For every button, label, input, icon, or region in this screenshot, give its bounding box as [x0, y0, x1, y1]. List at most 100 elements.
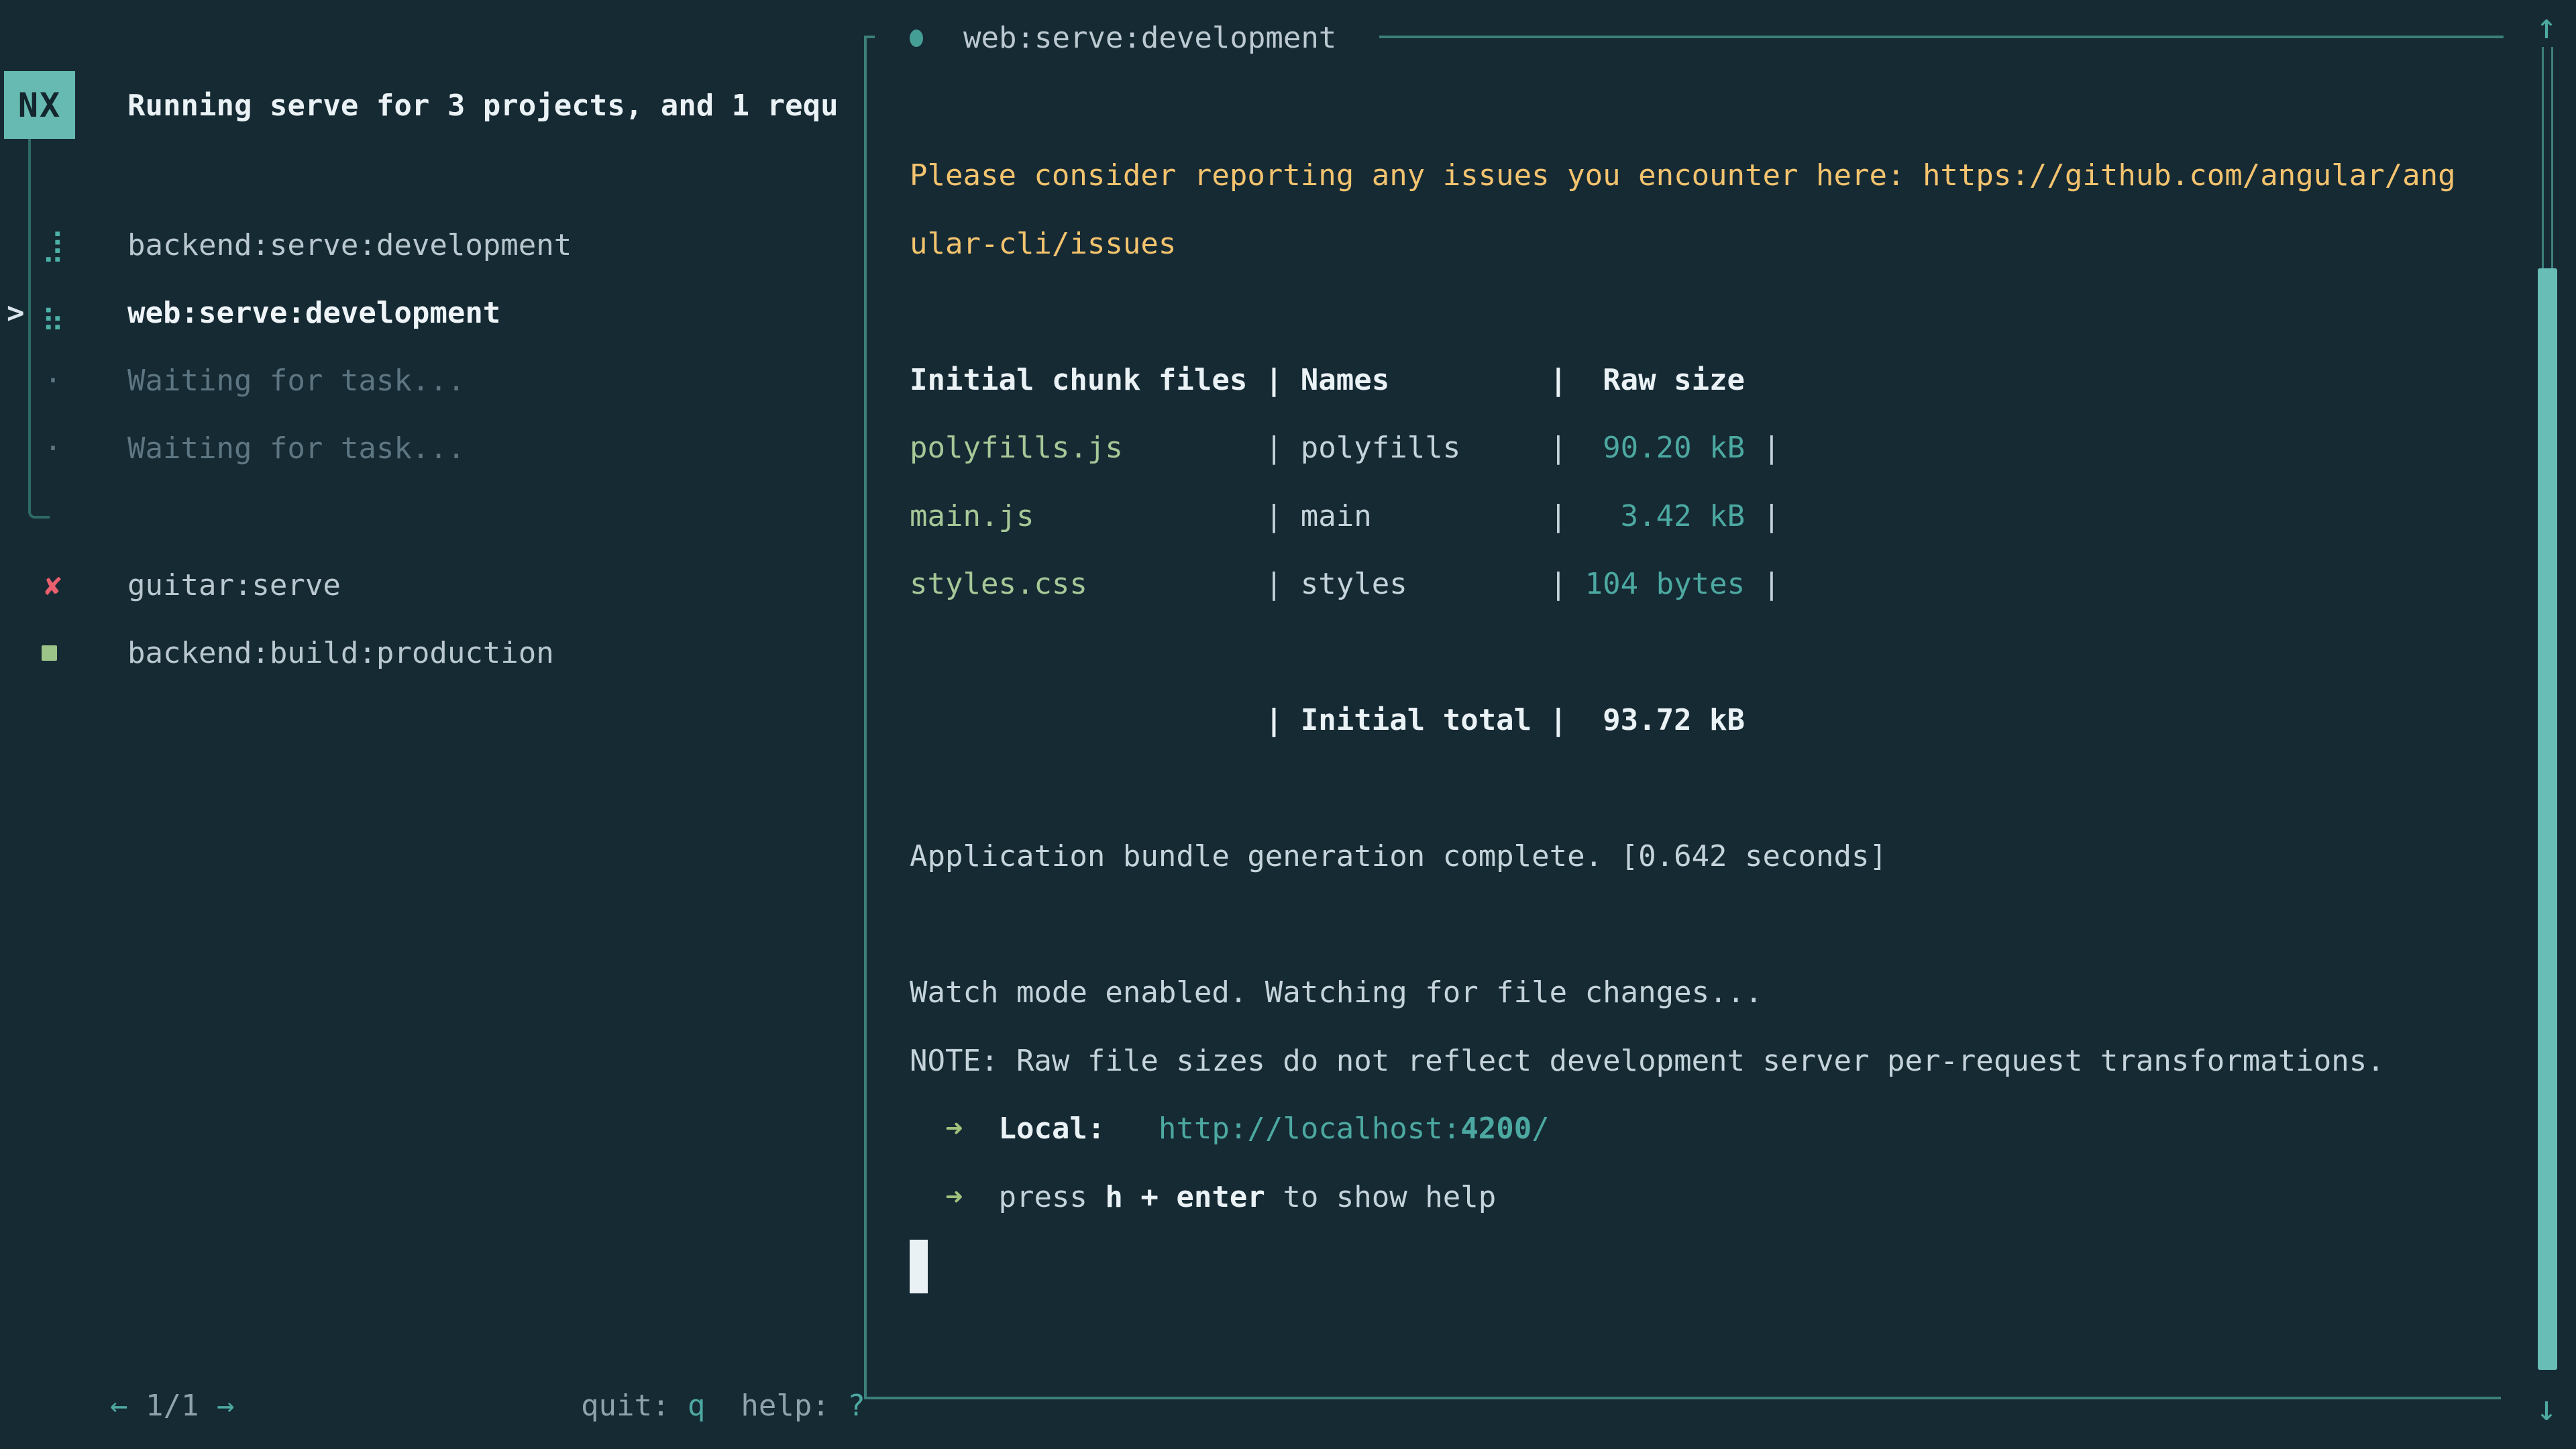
nx-tui-screen: NX Running serve for 3 projects, and 1 r…: [0, 0, 2576, 1449]
running-status-dot-icon: [910, 30, 923, 47]
terminal-line: ular-cli/issues: [910, 210, 2456, 278]
terminal-line: Initial chunk files | Names | Raw size: [910, 346, 2456, 415]
text-segment: polyfills: [1301, 431, 1460, 465]
page-indicator-value: 1/1: [146, 1389, 199, 1423]
text-segment: 3.42 kB: [1567, 499, 1745, 533]
keyboard-shortcuts: quit: q help: ?: [510, 1305, 865, 1373]
text-segment: |: [1550, 431, 1568, 465]
text-segment: |: [1550, 567, 1568, 601]
terminal-line: | Initial total | 93.72 kB: [910, 686, 2456, 755]
scrollbar-thumb[interactable]: [2538, 268, 2557, 1370]
text-segment: styles: [1301, 567, 1407, 601]
panel-title: web:serve:development: [963, 5, 1336, 72]
task-label: Waiting for task...: [127, 347, 465, 415]
local-url-port[interactable]: 4200: [1460, 1112, 1532, 1146]
text-segment: NOTE: Raw file sizes do not reflect deve…: [910, 1044, 2385, 1078]
panel-border-bottom: [864, 1397, 2501, 1399]
panel-border-left: [864, 36, 867, 1399]
text-segment: polyfills.js: [910, 431, 1123, 465]
terminal-line: polyfills.js | polyfills | 90.20 kB |: [910, 414, 2456, 482]
text-segment: [1105, 1112, 1158, 1146]
terminal-line: [910, 1231, 2456, 1299]
text-segment: Initial chunk files | Names | Raw size: [910, 363, 1745, 397]
text-segment: Please consider reporting any issues you…: [910, 158, 2456, 193]
text-segment: main.js: [910, 499, 1034, 533]
quit-label: quit:: [581, 1389, 688, 1423]
page-next-arrow-icon[interactable]: →: [217, 1389, 235, 1423]
text-segment: h + enter: [1105, 1180, 1265, 1214]
page-indicator: [127, 1389, 146, 1423]
scrollbar-track: [2542, 47, 2544, 270]
quit-key[interactable]: q: [688, 1389, 706, 1423]
scroll-up-arrow-icon[interactable]: ↑: [2526, 3, 2567, 50]
nx-logo: NX: [4, 71, 75, 139]
local-url[interactable]: http://localhost:: [1159, 1112, 1460, 1146]
terminal-cursor: [910, 1240, 928, 1293]
terminal-line: [910, 278, 2456, 346]
text-segment: |: [1745, 567, 1780, 601]
spinner-icon: ⣸: [38, 211, 68, 279]
terminal-line: [910, 891, 2456, 959]
text-segment: 90.20 kB: [1567, 431, 1745, 465]
success-square-icon: [42, 645, 57, 661]
prompt-arrow-icon: ➜: [945, 1180, 963, 1214]
terminal-line: main.js | main | 3.42 kB |: [910, 482, 2456, 551]
text-segment: [1372, 499, 1550, 533]
task-label: backend:serve:development: [127, 211, 572, 279]
spinner-icon: ⣦: [38, 279, 68, 347]
page-spacer: [199, 1389, 217, 1423]
terminal-line: Please consider reporting any issues you…: [910, 142, 2456, 210]
text-segment: Watch mode enabled. Watching for file ch…: [910, 975, 1763, 1010]
page-prev-arrow-icon[interactable]: ←: [110, 1389, 128, 1423]
panel-border-top-stub: [864, 36, 875, 38]
text-segment: /: [1532, 1112, 1550, 1146]
terminal-line: ➜ press h + enter to show help: [910, 1163, 2456, 1232]
help-key[interactable]: ?: [847, 1389, 865, 1423]
text-segment: [1460, 431, 1549, 465]
help-label: help:: [741, 1389, 847, 1423]
terminal-line: Application bundle generation complete. …: [910, 822, 2456, 891]
scrollbar-track: [2551, 47, 2553, 270]
panel-border-top-rule: [1379, 36, 2504, 38]
task-label: backend:build:production: [127, 619, 554, 687]
nx-logo-text: NX: [18, 86, 61, 125]
prompt-arrow-icon: ➜: [945, 1112, 963, 1146]
text-segment: |: [1034, 499, 1300, 533]
text-segment: | Initial total | 93.72 kB: [910, 703, 1745, 737]
text-segment: ular-cli/issues: [910, 227, 1176, 261]
text-segment: main: [1301, 499, 1372, 533]
terminal-line: ➜ Local: http://localhost:4200/: [910, 1095, 2456, 1163]
text-segment: |: [1550, 499, 1568, 533]
text-segment: [910, 1180, 945, 1214]
waiting-dot-icon: ·: [38, 415, 68, 482]
text-segment: Application bundle generation complete. …: [910, 839, 1887, 873]
text-segment: [963, 1112, 998, 1146]
terminal-line: [910, 619, 2456, 687]
failed-cross-icon: ✘: [38, 551, 68, 619]
terminal-line: [910, 755, 2456, 823]
task-label: Waiting for task...: [127, 415, 465, 482]
selected-chevron-icon: >: [7, 279, 34, 347]
text-segment: [1407, 567, 1550, 601]
terminal-line: styles.css | styles | 104 bytes |: [910, 550, 2456, 619]
terminal-line: Watch mode enabled. Watching for file ch…: [910, 959, 2456, 1027]
text-segment: 104 bytes: [1567, 567, 1745, 601]
text-segment: |: [1745, 499, 1780, 533]
text-segment: styles.css: [910, 567, 1087, 601]
task-label: guitar:serve: [127, 551, 341, 619]
text-segment: [963, 1180, 998, 1214]
text-segment: to show help: [1265, 1180, 1496, 1214]
scroll-down-arrow-icon[interactable]: ↓: [2526, 1385, 2567, 1432]
terminal-line: NOTE: Raw file sizes do not reflect deve…: [910, 1027, 2456, 1095]
text-segment: |: [1123, 431, 1301, 465]
text-segment: |: [1745, 431, 1780, 465]
terminal-output: Please consider reporting any issues you…: [910, 142, 2456, 1299]
text-segment: press: [998, 1180, 1105, 1214]
waiting-dot-icon: ·: [38, 347, 68, 415]
text-segment: [910, 1112, 945, 1146]
pagination: ← 1/1 →: [39, 1305, 234, 1373]
shortcut-spacer: [705, 1389, 741, 1423]
sidebar-header-title: Running serve for 3 projects, and 1 requ: [127, 72, 839, 140]
task-label: web:serve:development: [127, 279, 500, 347]
text-segment: Local:: [998, 1112, 1105, 1146]
